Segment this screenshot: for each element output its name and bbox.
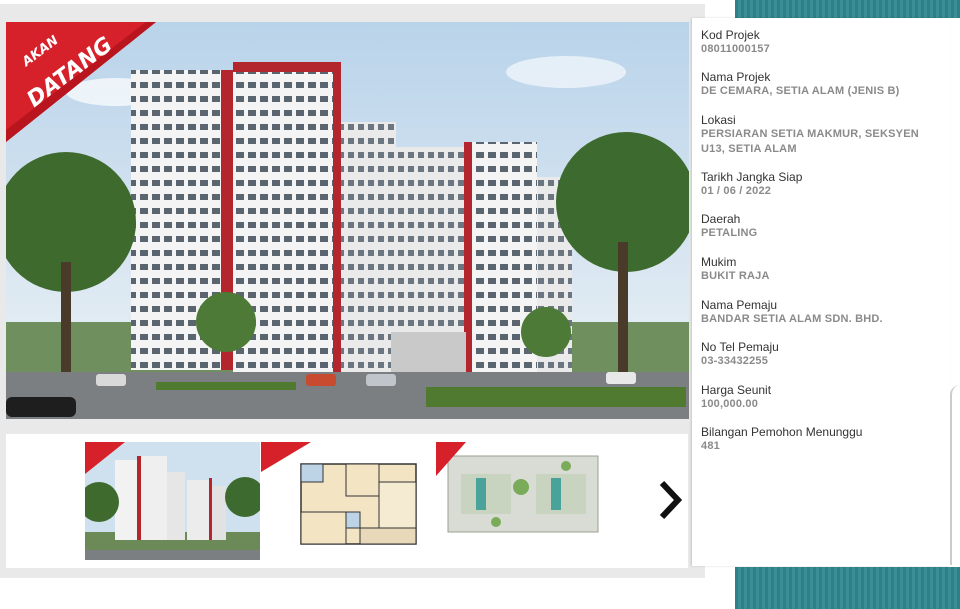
field-unit-price: Harga Seunit 100,000.00 — [701, 383, 946, 412]
field-label: Bilangan Pemohon Menunggu — [701, 425, 863, 439]
field-label: Nama Pemaju — [701, 298, 778, 312]
field-value: 100,000.00 — [701, 398, 759, 410]
field-location: Lokasi PERSIARAN SETIA MAKMUR, SEKSYEN U… — [701, 113, 946, 157]
gallery-panel: AKAN DATANG — [0, 4, 705, 578]
thumbnail-building[interactable] — [85, 442, 260, 560]
field-label: Nama Projek — [701, 70, 771, 84]
field-label: No Tel Pemaju — [701, 340, 779, 354]
field-value: PETALING — [701, 227, 758, 239]
field-label: Harga Seunit — [701, 383, 772, 397]
scroll-edge — [950, 385, 960, 565]
field-subdistrict: Mukim BUKIT RAJA — [701, 255, 946, 284]
field-project-name: Nama Projek DE CEMARA, SETIA ALAM (JENIS… — [701, 70, 946, 99]
field-value: PERSIARAN SETIA MAKMUR, SEKSYEN U13, SET… — [701, 128, 919, 155]
field-project-code: Kod Projek 08011000157 — [701, 28, 946, 57]
field-label: Kod Projek — [701, 28, 760, 42]
field-label: Tarikh Jangka Siap — [701, 170, 803, 184]
coming-soon-badge: AKAN DATANG — [6, 22, 156, 142]
field-label: Lokasi — [701, 113, 736, 127]
field-developer-name: Nama Pemaju BANDAR SETIA ALAM SDN. BHD. — [701, 298, 946, 327]
field-label: Daerah — [701, 212, 741, 226]
field-value: BANDAR SETIA ALAM SDN. BHD. — [701, 313, 883, 325]
field-value: BUKIT RAJA — [701, 270, 770, 282]
field-district: Daerah PETALING — [701, 212, 946, 241]
chevron-right-icon — [659, 480, 683, 520]
field-developer-phone: No Tel Pemaju 03-33432255 — [701, 340, 946, 369]
field-value: 08011000157 — [701, 43, 770, 55]
background-band-top — [735, 0, 960, 18]
field-completion-date: Tarikh Jangka Siap 01 / 06 / 2022 — [701, 170, 946, 199]
badge-text-line-1: AKAN — [19, 33, 62, 70]
background-band-bottom — [735, 567, 960, 609]
next-image-button[interactable] — [654, 479, 686, 521]
thumbnail-strip — [6, 434, 688, 568]
main-project-image: AKAN DATANG — [6, 22, 689, 419]
field-value: 03-33432255 — [701, 355, 769, 367]
field-value: DE CEMARA, SETIA ALAM (JENIS B) — [701, 85, 900, 97]
project-info-panel: Kod Projek 08011000157 Nama Projek DE CE… — [692, 18, 950, 566]
field-value: 01 / 06 / 2022 — [701, 185, 772, 197]
field-waiting-applicants: Bilangan Pemohon Menunggu 481 — [701, 425, 946, 454]
field-value: 481 — [701, 440, 720, 452]
thumbnail-site-plan[interactable] — [436, 442, 611, 560]
field-label: Mukim — [701, 255, 737, 269]
thumbnail-floor-plan[interactable] — [261, 442, 436, 560]
